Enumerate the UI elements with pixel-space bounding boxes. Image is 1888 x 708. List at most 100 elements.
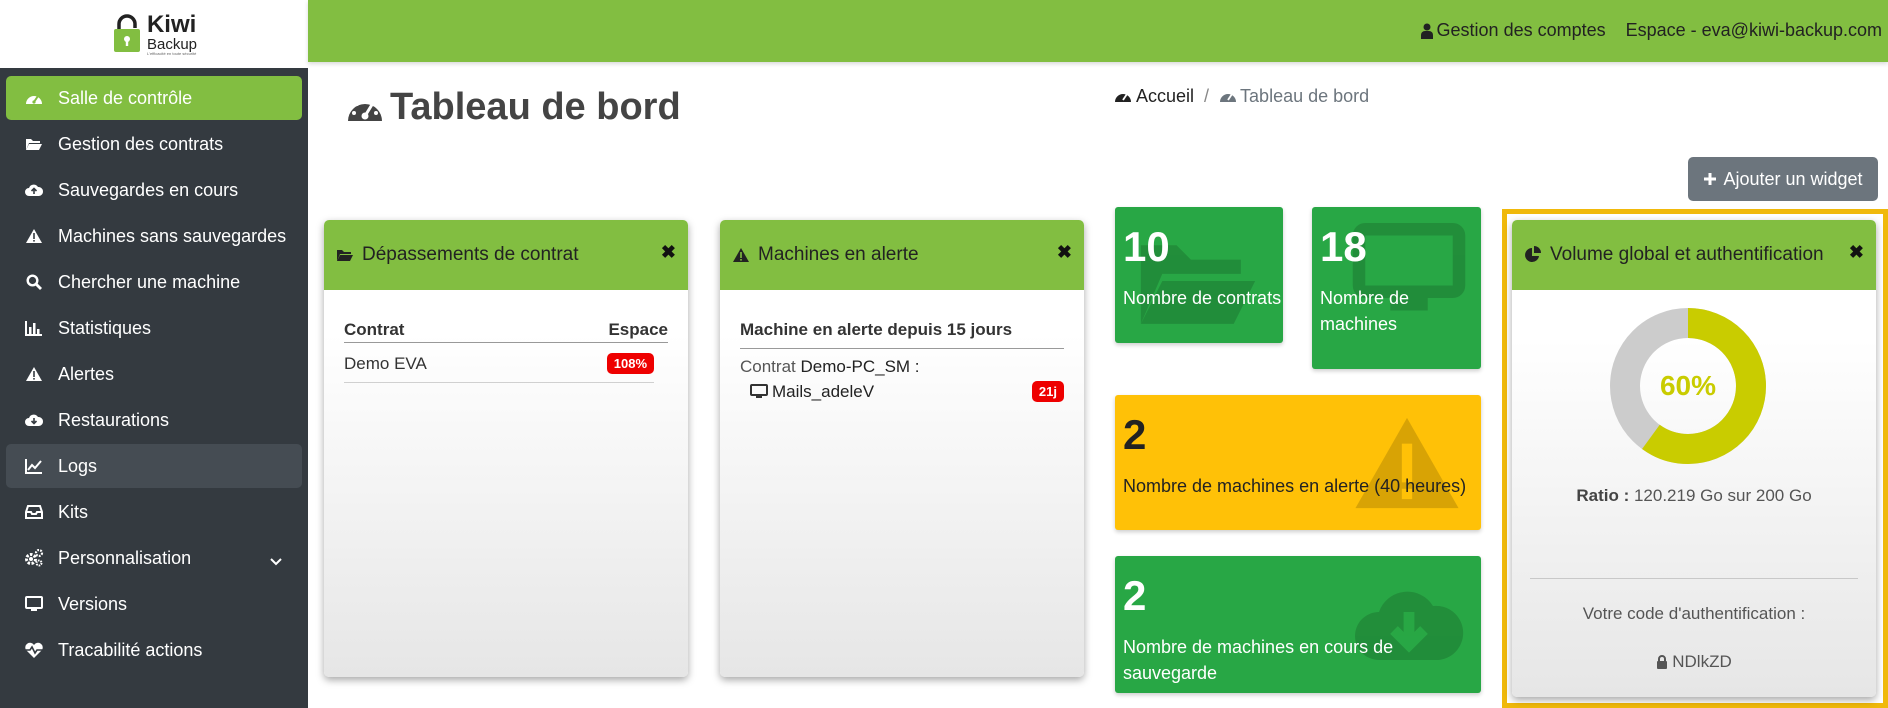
bar-chart-icon — [24, 318, 44, 338]
sidebar-item-label: Versions — [58, 593, 128, 614]
divider — [1530, 578, 1858, 579]
sidebar-item-tracabilite-actions[interactable]: Tracabilité actions — [6, 628, 302, 672]
list-item[interactable]: Mails_adeleV 21j — [740, 381, 1064, 402]
running-backups-tile[interactable]: 2 Nombre de machines en cours de sauvega… — [1115, 556, 1481, 693]
breadcrumb: Accueil / Tableau de bord — [1114, 86, 1369, 107]
logo-tagline: L'efficacité en toute sécurité — [146, 50, 197, 56]
table-header: Contrat Espace — [344, 320, 668, 343]
cloud-upload-icon — [24, 180, 44, 200]
sidebar-nav: Salle de contrôle Gestion des contrats S… — [0, 76, 308, 672]
warning-icon — [732, 247, 750, 263]
close-icon[interactable]: ✖ — [1057, 242, 1072, 263]
account-management-label: Gestion des comptes — [1436, 20, 1606, 40]
dashboard-icon — [1115, 93, 1131, 102]
machines-count-tile[interactable]: 18 Nombre de machines — [1312, 207, 1481, 369]
machines-count-label-2: machines — [1320, 314, 1398, 334]
alert-machines-label: Nombre de machines en alerte (40 heures) — [1123, 476, 1467, 496]
sidebar-item-chercher-une-machine[interactable]: Chercher une machine — [6, 260, 302, 304]
alert-machines-count: 2 — [1123, 411, 1147, 458]
auth-code: NDlkZD — [1512, 652, 1876, 672]
sidebar-item-sauvegardes-en-cours[interactable]: Sauvegardes en cours — [6, 168, 302, 212]
search-icon — [24, 272, 44, 292]
ratio-label: Ratio : — [1576, 486, 1630, 505]
logo-backup-text: Backup — [146, 35, 198, 53]
sidebar-item-label: Alertes — [58, 363, 115, 384]
inbox-icon — [24, 502, 44, 522]
sidebar-item-versions[interactable]: Versions — [6, 582, 302, 626]
folder-open-icon — [24, 134, 44, 154]
auth-code-value: NDlkZD — [1672, 652, 1732, 671]
sidebar-item-salle-de-controle[interactable]: Salle de contrôle — [6, 76, 302, 120]
contract-overage-widget: Dépassements de contrat ✖ Contrat Espace… — [324, 220, 688, 677]
volume-donut-chart: 60% — [1608, 306, 1768, 466]
contracts-count-label: Nombre de contrats — [1123, 288, 1282, 308]
lock-icon — [1657, 655, 1668, 669]
folder-open-icon — [336, 248, 354, 262]
dashboard-icon — [348, 97, 382, 121]
dashboard-icon — [1220, 93, 1237, 102]
page-title-text: Tableau de bord — [390, 86, 681, 128]
sidebar-item-machines-sans-sauvegardes[interactable]: Machines sans sauvegardes — [6, 214, 302, 258]
machines-count-label-1: Nombre de — [1320, 288, 1410, 308]
widget-header: Volume global et authentification ✖ — [1512, 220, 1876, 290]
sidebar-item-label: Chercher une machine — [58, 271, 241, 292]
sidebar-item-gestion-des-contrats[interactable]: Gestion des contrats — [6, 122, 302, 166]
widget-title: Dépassements de contrat — [362, 244, 579, 265]
sidebar-item-label: Personnalisation — [58, 547, 192, 568]
alert-subtitle: Machine en alerte depuis 15 jours — [740, 320, 1064, 349]
account-management-link[interactable]: Gestion des comptes — [1420, 20, 1606, 41]
ratio-value: 120.219 Go sur 200 Go — [1633, 486, 1812, 505]
sidebar-item-logs[interactable]: Logs — [6, 444, 302, 488]
user-space-link[interactable]: Espace - eva@kiwi-backup.com — [1626, 20, 1882, 41]
sidebar-item-kits[interactable]: Kits — [6, 490, 302, 534]
add-widget-label: Ajouter un widget — [1723, 168, 1863, 189]
sidebar-item-statistiques[interactable]: Statistiques — [6, 306, 302, 350]
sidebar-item-restaurations[interactable]: Restaurations — [6, 398, 302, 442]
cloud-download-icon — [24, 410, 44, 430]
sidebar-item-personnalisation[interactable]: Personnalisation — [6, 536, 302, 580]
widget-title: Volume global et authentification — [1550, 244, 1824, 265]
desktop-icon — [750, 383, 768, 398]
add-widget-button[interactable]: Ajouter un widget — [1688, 157, 1878, 201]
breadcrumb-current-label: Tableau de bord — [1240, 86, 1370, 106]
running-backups-count: 2 — [1123, 572, 1147, 619]
breadcrumb-separator: / — [1204, 86, 1210, 106]
breadcrumb-home[interactable]: Accueil — [1114, 86, 1194, 107]
machines-count: 18 — [1320, 223, 1367, 270]
warning-icon — [24, 364, 44, 384]
topbar: Gestion des comptes Espace - eva@kiwi-ba… — [308, 0, 1888, 62]
contracts-count: 10 — [1123, 223, 1170, 270]
auth-code-label: Votre code d'authentification : — [1582, 604, 1806, 623]
plus-icon — [1704, 173, 1717, 185]
volume-auth-widget: Volume global et authentification ✖ 60% … — [1512, 220, 1876, 697]
heartbeat-icon — [24, 640, 44, 660]
alert-days-badge: 21j — [1031, 381, 1064, 402]
alert-machines-tile[interactable]: 2 Nombre de machines en alerte (40 heure… — [1115, 395, 1481, 530]
chevron-down-icon[interactable] — [270, 550, 282, 571]
user-icon — [1420, 23, 1433, 39]
alert-contract-line: Contrat Demo-PC_SM : — [740, 357, 1064, 377]
donut-percent-label: 60% — [1659, 370, 1717, 401]
logo-area[interactable]: Kiwi Backup L'efficacité en toute sécuri… — [0, 0, 308, 68]
contract-prefix: Contrat — [740, 357, 796, 376]
warning-icon — [24, 226, 44, 246]
close-icon[interactable]: ✖ — [661, 242, 676, 263]
widget-title: Machines en alerte — [758, 244, 919, 265]
close-icon[interactable]: ✖ — [1849, 242, 1864, 263]
sidebar-item-label: Gestion des contrats — [58, 133, 224, 154]
table-row[interactable]: Demo EVA 108% — [344, 343, 654, 383]
sidebar-item-alertes[interactable]: Alertes — [6, 352, 302, 396]
sidebar-item-label: Kits — [58, 501, 89, 522]
widget-header: Machines en alerte ✖ — [720, 220, 1084, 290]
lock-logo-icon — [113, 14, 140, 52]
machine-name: Mails_adeleV — [772, 381, 875, 401]
logo-kiwi-text: Kiwi — [146, 10, 197, 38]
sidebar-item-label: Salle de contrôle — [58, 87, 193, 108]
volume-ratio: Ratio : 120.219 Go sur 200 Go — [1512, 486, 1876, 506]
sidebar-item-label: Restaurations — [58, 409, 170, 430]
contracts-count-tile[interactable]: 10 Nombre de contrats — [1115, 207, 1283, 343]
machines-alert-widget: Machines en alerte ✖ Machine en alerte d… — [720, 220, 1084, 677]
page-title: Tableau de bord — [346, 86, 681, 129]
desktop-icon — [24, 594, 44, 614]
sidebar-item-label: Sauvegardes en cours — [58, 179, 239, 200]
